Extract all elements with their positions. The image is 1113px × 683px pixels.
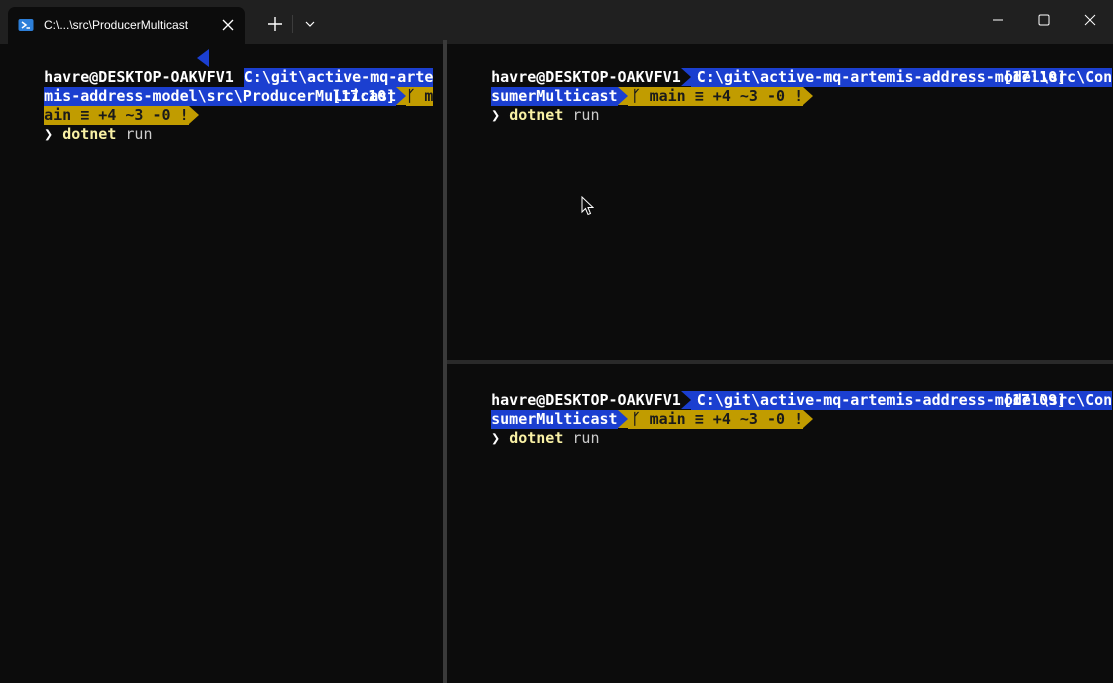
toolbar-divider	[292, 15, 293, 33]
terminal-pane-left[interactable]: havre@DESKTOP-OAKVFV1 C:\git\active-mq-ar…	[0, 44, 443, 683]
close-icon[interactable]	[1067, 0, 1113, 40]
terminal-pane-right-bottom[interactable]: havre@DESKTOP-OAKVFV1 C:\git\active-mq-ar…	[447, 364, 1113, 683]
prompt-line-2: mis-address-model\src\ProducerMulticast ᚴ…	[8, 68, 434, 106]
prompt-time: [17:09]	[1003, 391, 1067, 409]
prompt-chevron: ❯	[491, 106, 501, 124]
prompt-line-3: ain ≡ +4 ~3 -0 !	[8, 87, 199, 125]
segment-separator	[396, 87, 407, 105]
plus-icon[interactable]	[262, 12, 288, 36]
prompt-time: [17:10]	[332, 87, 396, 105]
command-name: dotnet	[62, 125, 117, 143]
tab-title: C:\...\src\ProducerMulticast	[44, 18, 189, 32]
maximize-icon[interactable]	[1021, 0, 1067, 40]
minimize-icon[interactable]	[975, 0, 1021, 40]
prompt-git: ᚴ main ≡ +4 ~3 -0 !	[627, 87, 804, 106]
command-argument: run	[572, 429, 600, 447]
command-name: dotnet	[509, 106, 564, 124]
command-name: dotnet	[509, 429, 564, 447]
segment-separator	[617, 87, 628, 105]
tab-producer-multicast[interactable]: C:\...\src\ProducerMulticast	[8, 7, 245, 44]
prompt-line-1: havre@DESKTOP-OAKVFV1 C:\git\active-mq-ar…	[8, 49, 434, 87]
prompt-time: [17:10]	[1003, 68, 1067, 86]
command-line: ❯ dotnet run	[455, 410, 599, 447]
segment-separator	[803, 87, 814, 105]
prompt-chevron: ❯	[491, 429, 501, 447]
prompt-line-2: sumerMulticast ᚴ main ≡ +4 ~3 -0 !	[455, 391, 814, 429]
segment-separator	[803, 410, 814, 428]
segment-separator	[188, 106, 199, 124]
segment-separator	[617, 410, 628, 428]
segment-separator	[197, 49, 209, 67]
command-line: ❯ dotnet run	[8, 106, 152, 143]
mouse-pointer-icon	[581, 196, 594, 216]
command-argument: run	[125, 125, 153, 143]
prompt-line-1: havre@DESKTOP-OAKVFV1 C:\git\active-mq-ar…	[455, 49, 1113, 87]
prompt-chevron: ❯	[44, 125, 54, 143]
title-bar: C:\...\src\ProducerMulticast	[0, 0, 1113, 44]
prompt-git: ᚴ main ≡ +4 ~3 -0 !	[627, 410, 804, 429]
command-line: ❯ dotnet run	[455, 87, 599, 124]
command-argument: run	[572, 106, 600, 124]
prompt-line-1: havre@DESKTOP-OAKVFV1 C:\git\active-mq-ar…	[455, 372, 1113, 410]
chevron-down-icon[interactable]	[299, 12, 321, 36]
terminal-pane-right-top[interactable]: havre@DESKTOP-OAKVFV1 C:\git\active-mq-ar…	[447, 44, 1113, 360]
close-icon[interactable]	[218, 15, 238, 35]
prompt-git: ᚴ m	[406, 87, 434, 106]
powershell-icon	[18, 19, 34, 31]
prompt-line-2: sumerMulticast ᚴ main ≡ +4 ~3 -0 !	[455, 68, 814, 106]
